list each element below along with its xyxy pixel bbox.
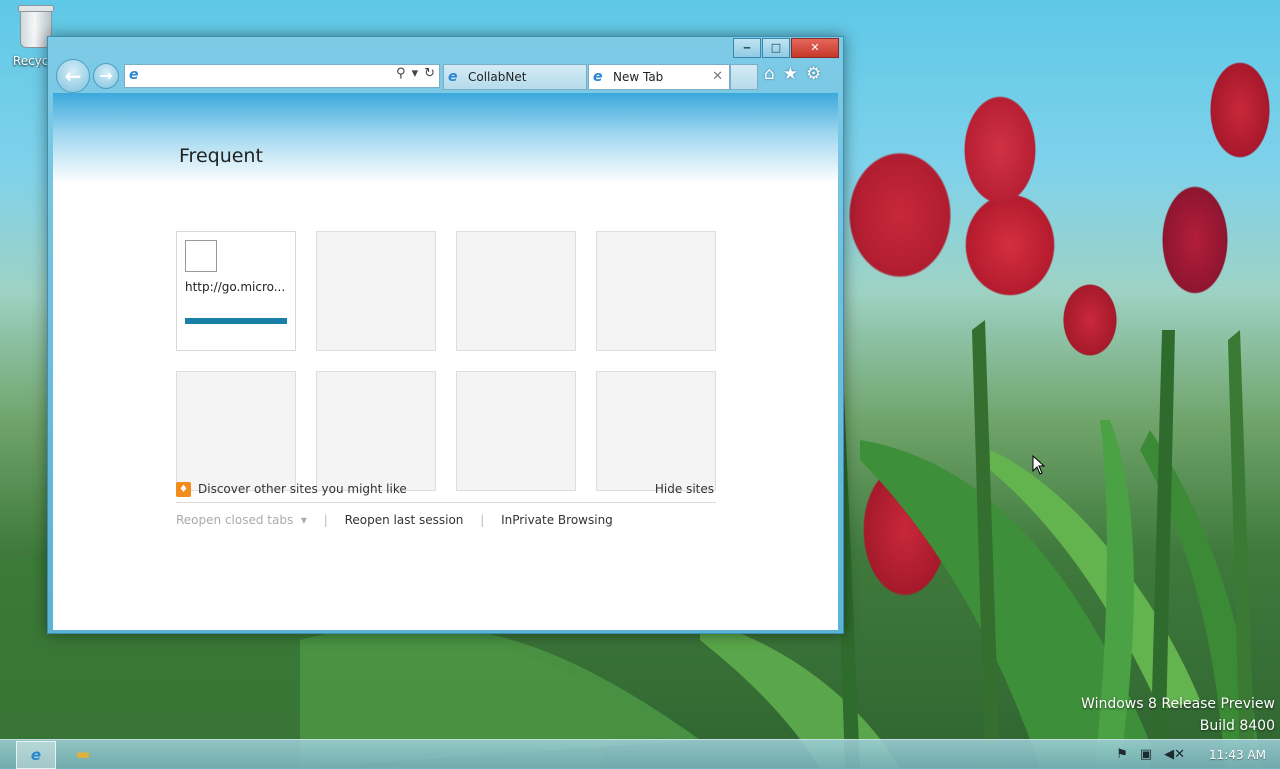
forward-arrow-icon: → — [99, 66, 113, 85]
mouse-cursor-icon — [1032, 455, 1046, 475]
back-arrow-icon: ← — [64, 64, 82, 88]
forward-button[interactable]: → — [93, 63, 119, 89]
inprivate-browsing-link[interactable]: InPrivate Browsing — [501, 513, 613, 527]
folder-icon: ▬ — [75, 745, 91, 763]
frequent-tile[interactable]: http://go.micro... — [176, 231, 296, 351]
address-input[interactable] — [147, 67, 381, 85]
frequent-tile-empty[interactable] — [316, 371, 436, 491]
frequent-tile-empty[interactable] — [596, 371, 716, 491]
session-links: Reopen closed tabs ▾ | Reopen last sessi… — [176, 513, 613, 527]
taskbar-explorer-button[interactable]: ▬ — [64, 741, 102, 767]
tab-label: New Tab — [613, 70, 664, 84]
suggested-sites-icon: ♦ — [176, 482, 191, 497]
frequent-tile-empty[interactable] — [456, 371, 576, 491]
page-title: Frequent — [179, 145, 263, 167]
site-favicon-icon — [185, 240, 217, 272]
tab-collabnet[interactable]: e CollabNet — [443, 64, 587, 90]
action-center-flag-icon[interactable]: ⚑ — [1116, 747, 1128, 762]
taskbar: e ▬ ⚑ ▣ ◀✕ 11:43 AM — [0, 739, 1280, 769]
ie-logo-icon: e — [30, 746, 42, 764]
tab-close-icon[interactable]: ✕ — [712, 65, 723, 89]
window-controls: ‒ □ ✕ — [733, 38, 839, 58]
tab-label: CollabNet — [468, 70, 527, 84]
refresh-icon[interactable]: ↻ — [424, 66, 435, 81]
volume-muted-icon[interactable]: ◀✕ — [1164, 747, 1185, 762]
watermark-line2: Build 8400 — [1199, 718, 1275, 734]
back-button[interactable]: ← — [56, 59, 90, 93]
tab-ie-icon: e — [448, 69, 458, 85]
separator: | — [480, 513, 485, 527]
browser-toolbar: ⌂ ★ ⚙ — [764, 64, 821, 84]
address-tools: ⚲ ▾ ↻ — [396, 66, 435, 81]
dropdown-arrow-icon[interactable]: ▾ — [412, 66, 419, 81]
watermark-line1: Windows 8 Release Preview — [1081, 696, 1275, 712]
network-icon[interactable]: ▣ — [1140, 747, 1152, 762]
ie-browser-window: ‒ □ ✕ ← → e ⚲ ▾ ↻ e CollabNet e New Tab … — [47, 36, 844, 634]
minimize-button[interactable]: ‒ — [733, 38, 761, 58]
navigation-bar: ← → e ⚲ ▾ ↻ e CollabNet e New Tab ✕ ⌂ ★ … — [53, 59, 838, 93]
reopen-closed-tabs-link[interactable]: Reopen closed tabs — [176, 513, 293, 527]
ie-logo-icon: e — [129, 67, 139, 83]
taskbar-ie-button[interactable]: e — [16, 741, 56, 769]
separator: | — [323, 513, 328, 527]
home-icon[interactable]: ⌂ — [764, 64, 775, 84]
frequent-tile-empty[interactable] — [596, 231, 716, 351]
system-tray: ⚑ ▣ ◀✕ 11:43 AM — [1116, 740, 1266, 769]
tile-activity-bar — [185, 318, 287, 324]
address-bar[interactable]: e ⚲ ▾ ↻ — [124, 64, 440, 88]
clock[interactable]: 11:43 AM — [1209, 748, 1266, 762]
discover-sites-row: ♦ Discover other sites you might like Hi… — [176, 480, 716, 503]
search-icon[interactable]: ⚲ — [396, 66, 406, 81]
tile-url: http://go.micro... — [185, 280, 286, 294]
reopen-last-session-link[interactable]: Reopen last session — [345, 513, 464, 527]
settings-gear-icon[interactable]: ⚙ — [806, 64, 821, 84]
favorites-star-icon[interactable]: ★ — [783, 64, 798, 84]
windows-watermark: Windows 8 Release Preview Build 8400 — [1081, 693, 1275, 737]
new-tab-button[interactable] — [730, 64, 758, 90]
maximize-button[interactable]: □ — [762, 38, 790, 58]
hide-sites-link[interactable]: Hide sites — [655, 482, 714, 496]
tab-ie-icon: e — [593, 69, 603, 85]
chevron-down-icon: ▾ — [297, 513, 307, 527]
frequent-tile-empty[interactable] — [176, 371, 296, 491]
new-tab-page: Frequent http://go.micro... ♦ Discover o… — [53, 93, 838, 630]
discover-link[interactable]: Discover other sites you might like — [198, 482, 407, 496]
frequent-tile-empty[interactable] — [316, 231, 436, 351]
close-button[interactable]: ✕ — [791, 38, 839, 58]
frequent-tile-empty[interactable] — [456, 231, 576, 351]
tab-new-tab[interactable]: e New Tab ✕ — [588, 64, 730, 90]
